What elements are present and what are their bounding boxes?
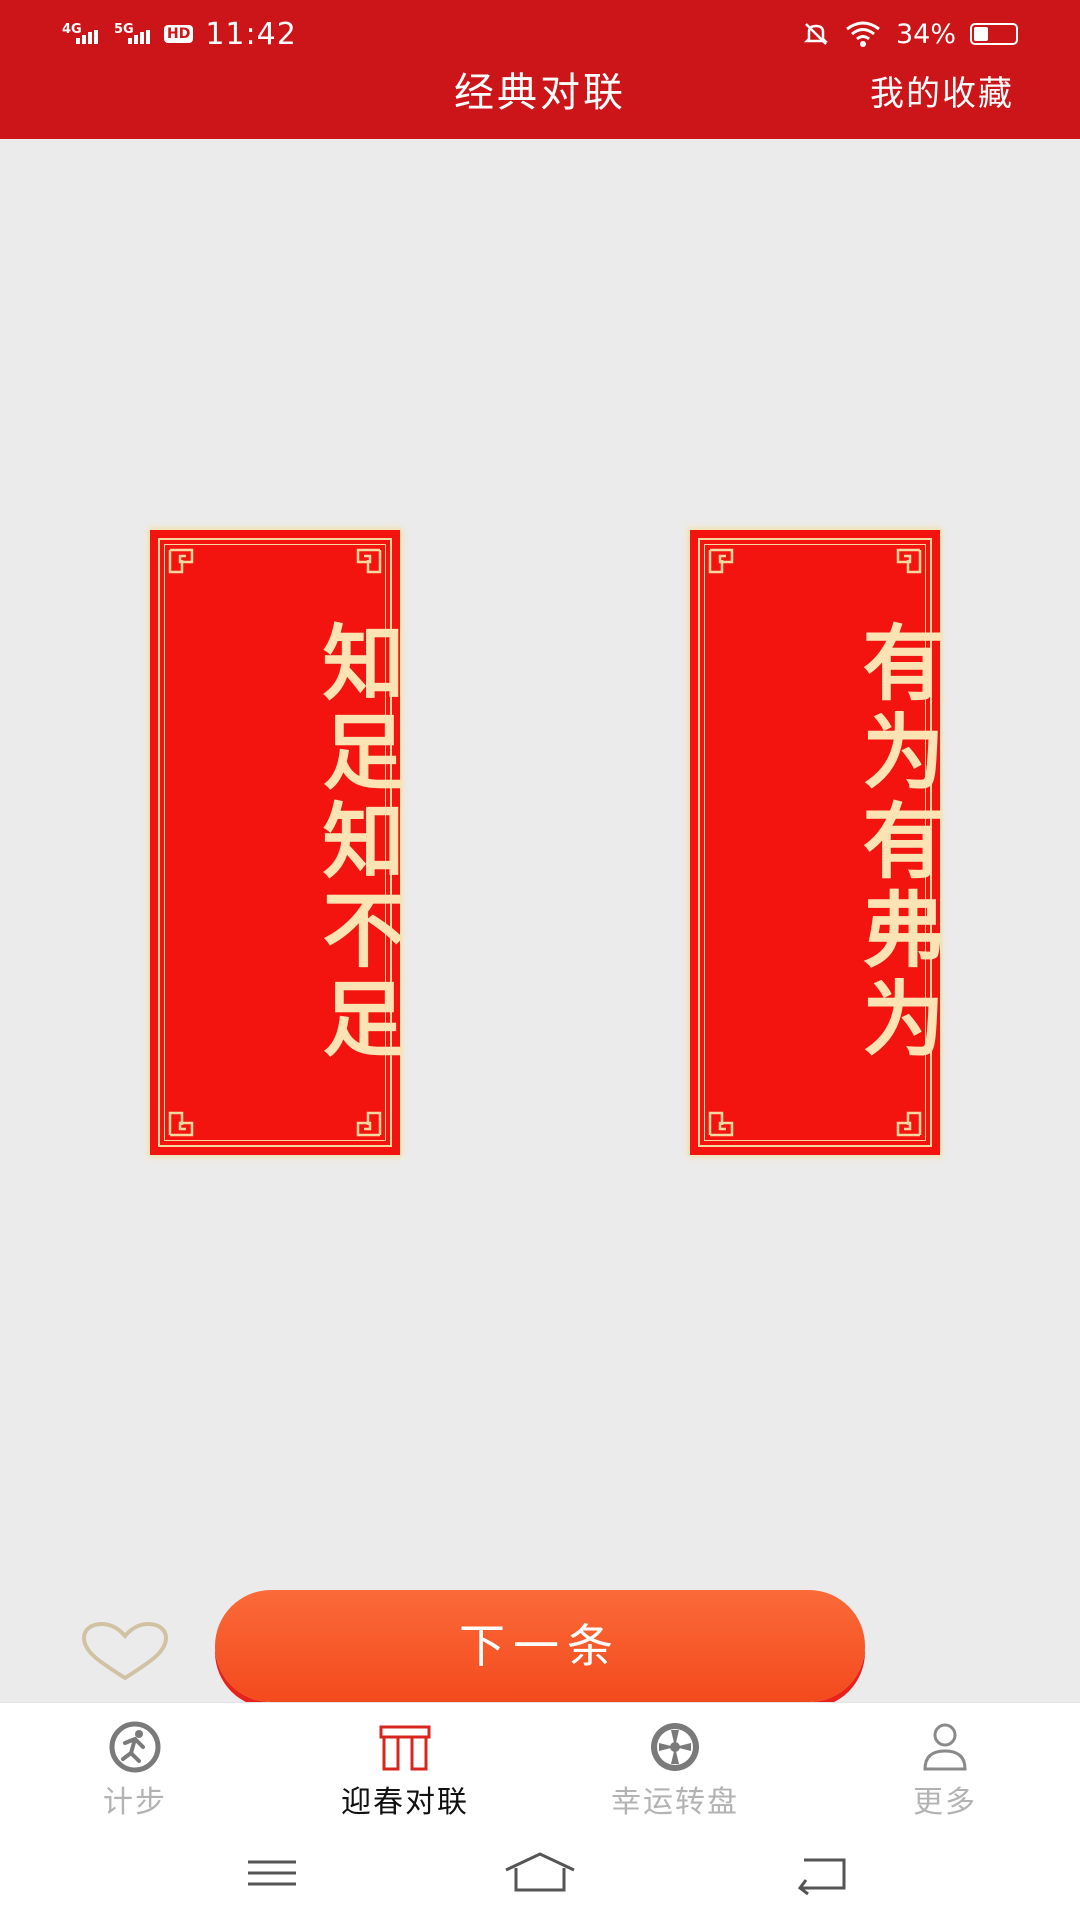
couplet-right-scroll: 有为有弗为 [690, 530, 943, 1155]
tab-lucky-wheel[interactable]: 幸运转盘 [540, 1721, 810, 1821]
bottom-tab-bar: 计步 迎春对联 幸运转盘 更多 [0, 1702, 1080, 1827]
system-nav-bar [0, 1826, 1080, 1920]
tab-label: 幸运转盘 [611, 1785, 739, 1820]
corner-ornament-icon [168, 1111, 194, 1137]
corner-ornament-icon [896, 1111, 922, 1137]
status-time: 11:42 [205, 16, 297, 52]
tab-more[interactable]: 更多 [810, 1721, 1080, 1821]
mute-bell-icon [803, 23, 829, 45]
my-favorites-link[interactable]: 我的收藏 [870, 66, 1014, 115]
couplet-left-text: 知足知不足 [308, 620, 403, 1065]
person-icon [923, 1723, 967, 1771]
corner-ornament-icon [356, 1111, 382, 1137]
favorite-heart-icon[interactable] [80, 1622, 170, 1682]
tab-label: 迎春对联 [341, 1785, 469, 1820]
running-icon [109, 1721, 161, 1773]
corner-ornament-icon [708, 548, 734, 574]
status-bar-right: 34% [802, 14, 1018, 54]
couplet-left-scroll: 知足知不足 [150, 530, 403, 1155]
corner-ornament-icon [168, 548, 194, 574]
battery-icon [970, 23, 1018, 45]
back-icon[interactable] [792, 1848, 852, 1898]
battery-percent: 34% [895, 18, 956, 50]
couplet-icon [379, 1725, 431, 1771]
tab-spring-couplets[interactable]: 迎春对联 [270, 1721, 540, 1821]
next-button[interactable]: 下一条 [215, 1590, 865, 1702]
menu-icon[interactable] [242, 1848, 302, 1898]
corner-ornament-icon [356, 548, 382, 574]
wheel-icon [651, 1723, 699, 1771]
app-header: 4G 5G HD 11:42 34% 经典对联 我的收藏 [0, 0, 1080, 139]
signal-4g-icon: 4G [62, 22, 98, 44]
corner-ornament-icon [896, 548, 922, 574]
home-icon[interactable] [500, 1848, 580, 1898]
status-bar-left: 4G 5G HD 11:42 [62, 14, 297, 54]
tab-label: 更多 [913, 1785, 977, 1820]
couplet-right-text: 有为有弗为 [848, 620, 943, 1065]
wifi-icon [846, 21, 880, 47]
hd-voice-icon: HD [164, 25, 194, 43]
tab-step-counter[interactable]: 计步 [0, 1721, 270, 1821]
corner-ornament-icon [708, 1111, 734, 1137]
tab-label: 计步 [103, 1785, 167, 1820]
signal-5g-icon: 5G [114, 22, 150, 44]
